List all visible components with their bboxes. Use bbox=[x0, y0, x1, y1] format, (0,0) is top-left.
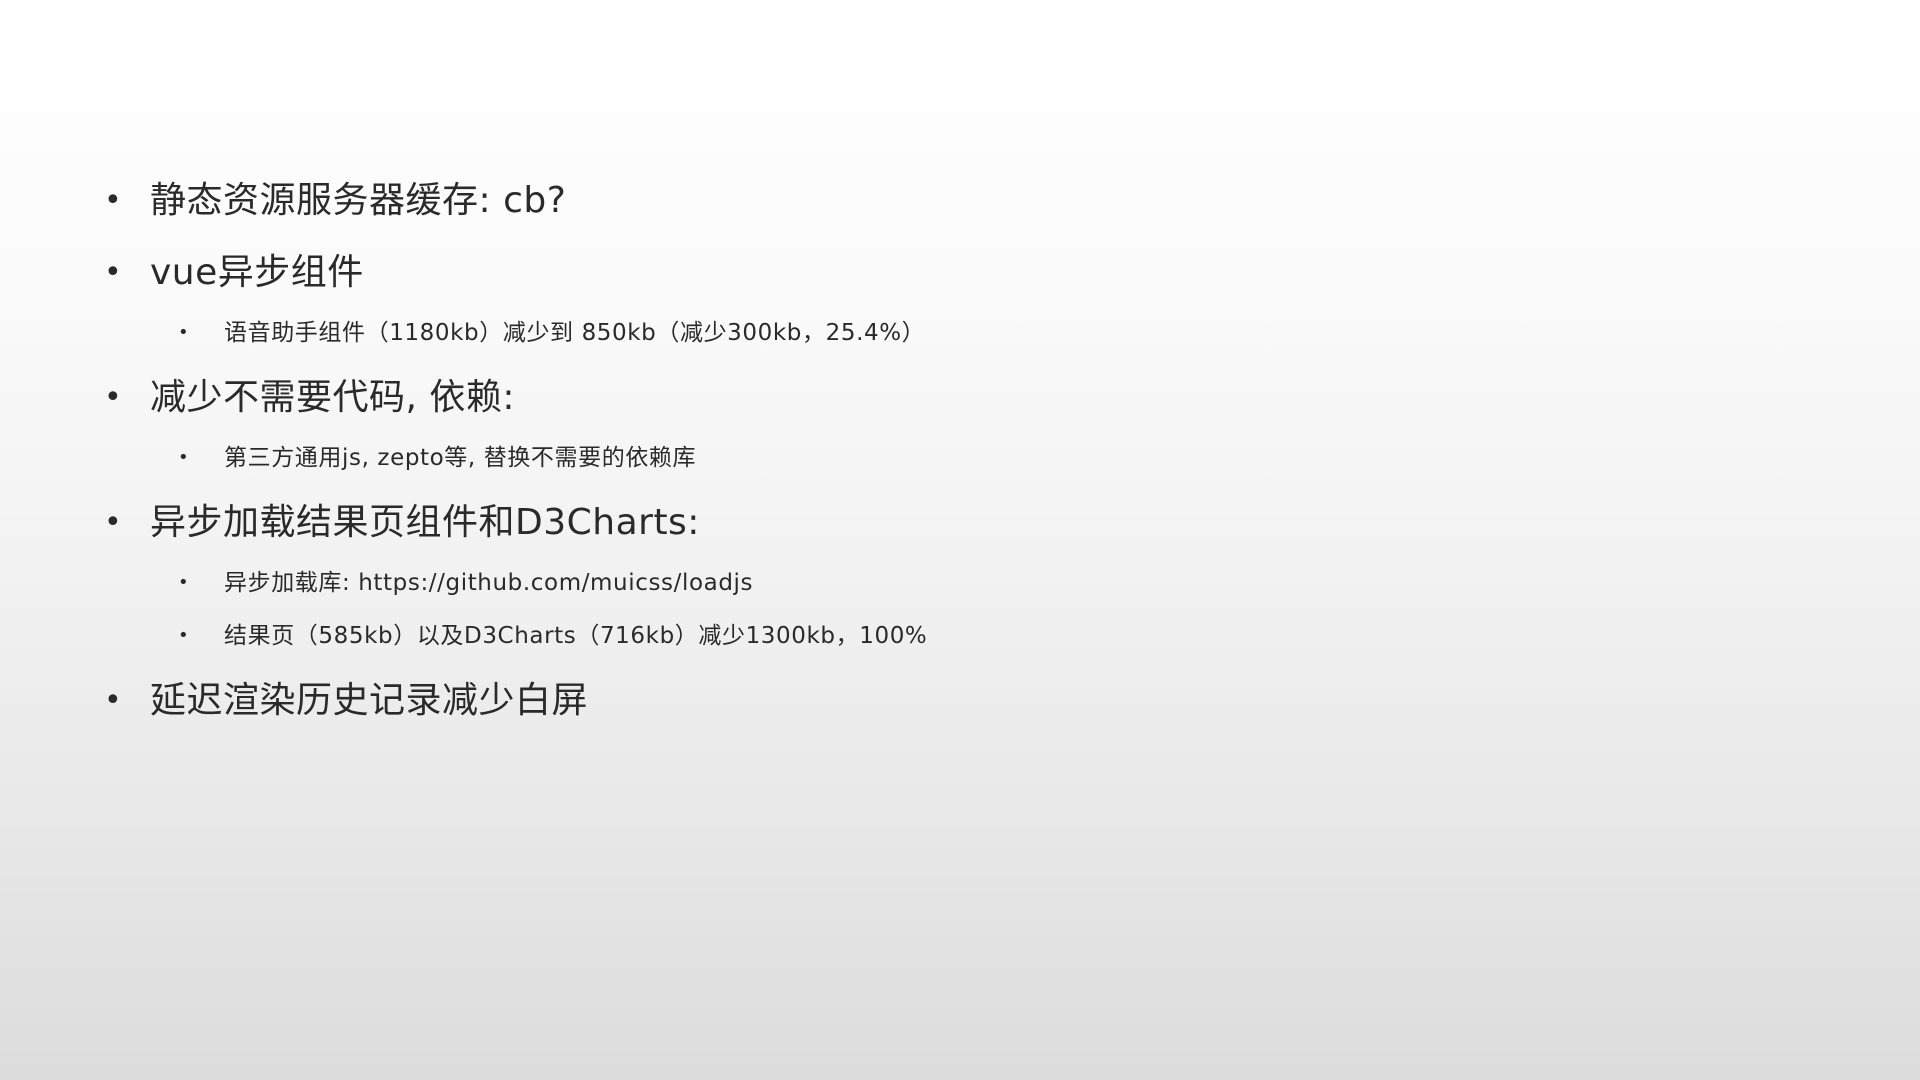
bullet-dot: • bbox=[104, 183, 123, 218]
sub-bullet-dot: • bbox=[178, 447, 190, 468]
bullet-dot: • bbox=[104, 380, 123, 415]
bullet-dot: • bbox=[104, 255, 123, 290]
bullet-text: 异步加载结果页组件和D3Charts: bbox=[150, 502, 700, 543]
bullet-dot: • bbox=[104, 683, 123, 718]
slide: • 静态资源服务器缓存: cb? • vue异步组件 • 语音助手组件（1180… bbox=[0, 0, 1920, 1080]
bullet-text: 延迟渲染历史记录减少白屏 bbox=[150, 680, 589, 721]
sub-bullet-dot: • bbox=[178, 322, 190, 343]
sub-bullet-text: 异步加载库: https://github.com/muicss/loadjs bbox=[224, 570, 754, 596]
bullet-text: 减少不需要代码, 依赖: bbox=[150, 377, 516, 418]
bullet-text: vue异步组件 bbox=[150, 252, 364, 293]
sub-bullet-text: 第三方通用js, zepto等, 替换不需要的依赖库 bbox=[224, 445, 697, 471]
sub-bullet-dot: • bbox=[178, 625, 190, 646]
bullet-dot: • bbox=[104, 505, 123, 540]
sub-bullet-text: 语音助手组件（1180kb）减少到 850kb（减少300kb，25.4%） bbox=[224, 320, 926, 346]
sub-bullet-text: 结果页（585kb）以及D3Charts（716kb）减少1300kb，100% bbox=[224, 623, 928, 649]
bullet-text: 静态资源服务器缓存: cb? bbox=[150, 180, 567, 221]
sub-bullet-dot: • bbox=[178, 572, 190, 593]
